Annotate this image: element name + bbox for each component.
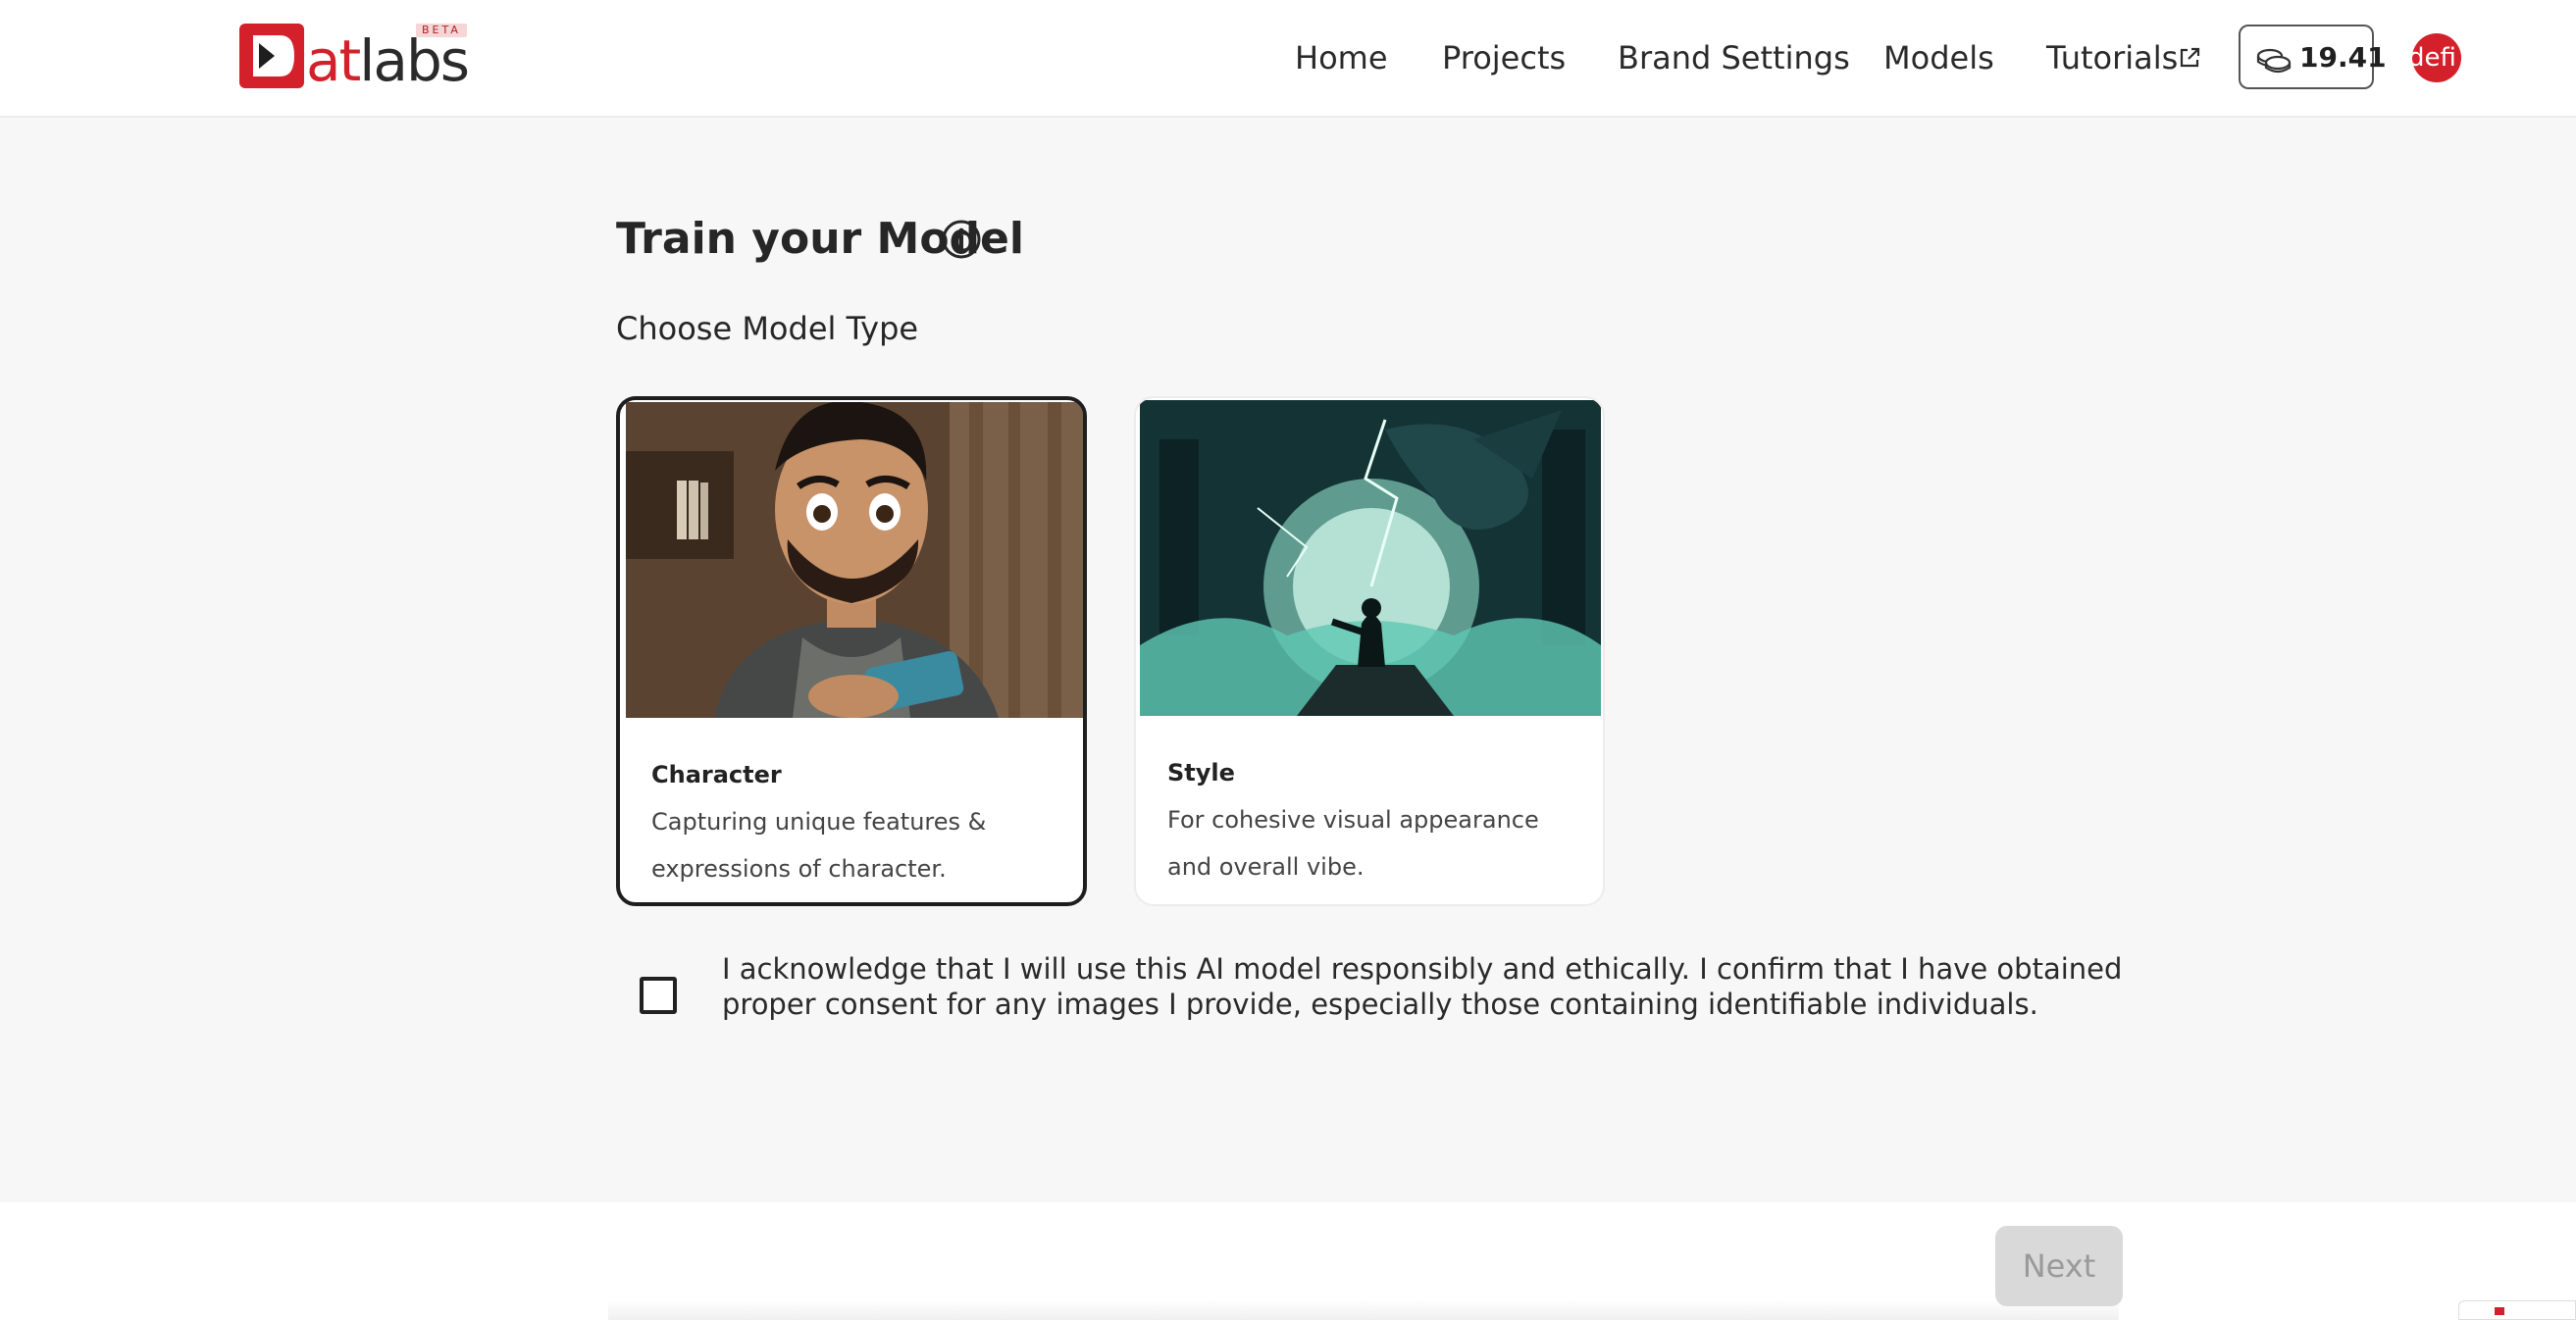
nav-projects[interactable]: Projects: [1442, 35, 1566, 80]
nav-home[interactable]: Home: [1295, 35, 1388, 80]
logo-mark-icon: [239, 24, 304, 88]
consent-checkbox[interactable]: [640, 977, 677, 1014]
credits-balance-button[interactable]: 19.41: [2239, 25, 2387, 89]
consent-text: I acknowledge that I will use this AI mo…: [722, 952, 2123, 1021]
datlabs-logo[interactable]: atlabs BETA: [239, 24, 475, 92]
model-type-card-style[interactable]: Style For cohesive visual appearance and…: [1134, 396, 1605, 906]
logo-wordmark-at: at: [306, 27, 361, 94]
character-card-description: Capturing unique features & expressions …: [651, 808, 987, 883]
style-card-title: Style: [1167, 759, 1235, 787]
beta-badge: BETA: [416, 24, 467, 37]
external-link-icon[interactable]: [2177, 45, 2202, 71]
top-navigation-bar: atlabs BETA Home Projects Brand Settings…: [0, 0, 2576, 118]
coins-icon: [2256, 48, 2292, 74]
model-type-card-character[interactable]: Character Capturing unique features & ex…: [616, 396, 1087, 906]
character-preview-image: [626, 402, 1083, 718]
choose-model-type-label: Choose Model Type: [616, 310, 919, 347]
user-avatar[interactable]: defi: [2412, 33, 2461, 82]
nav-tutorials[interactable]: Tutorials: [2046, 35, 2178, 80]
next-button[interactable]: Next: [1995, 1226, 2123, 1306]
character-card-title: Character: [651, 761, 782, 788]
widget-logo-icon: [2495, 1307, 2504, 1315]
logo-wordmark-labs: labs: [359, 27, 470, 94]
style-card-description: For cohesive visual appearance and overa…: [1167, 806, 1539, 881]
nav-models[interactable]: Models: [1883, 35, 1994, 80]
info-icon[interactable]: [940, 218, 983, 261]
style-preview-image: [1140, 400, 1601, 716]
nav-brand-settings[interactable]: Brand Settings: [1618, 35, 1850, 80]
credits-value: 19.41: [2299, 41, 2387, 74]
logo-wordmark: atlabs: [306, 31, 470, 90]
footer-shadow: [608, 1300, 2119, 1320]
floating-widget[interactable]: [2458, 1300, 2576, 1320]
